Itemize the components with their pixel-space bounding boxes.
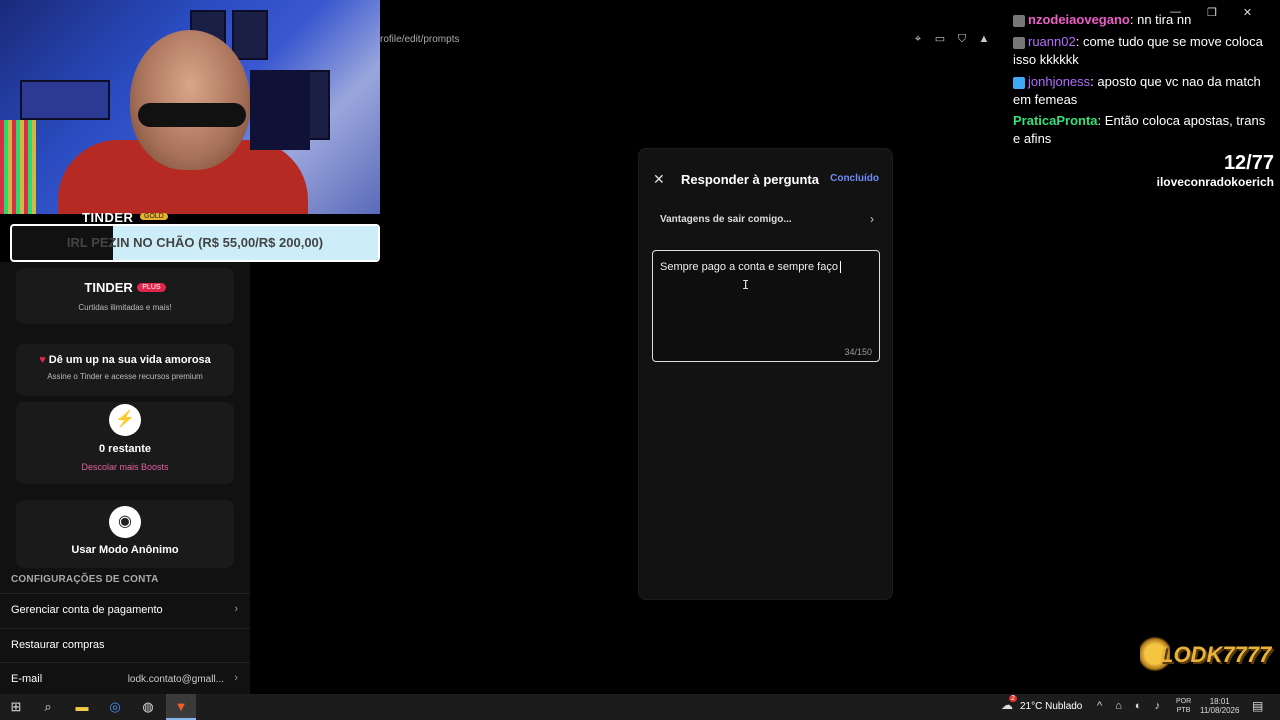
neon-lights	[0, 120, 36, 214]
premium-card[interactable]: ♥ Dê um up na sua vida amorosa Assine o …	[16, 344, 234, 396]
ibeam-cursor-icon: I	[742, 278, 750, 292]
premium-subtitle: Assine o Tinder e acesse recursos premiu…	[47, 372, 203, 381]
dialog-title: Responder à pergunta	[681, 172, 819, 187]
tinder-sidebar: TINDER PLUS Curtidas ilimitadas e mais! …	[0, 262, 250, 694]
chat-message: nzodeiaovegano: nn tira nn	[1013, 11, 1275, 29]
triangle-icon[interactable]: ▲	[978, 33, 990, 45]
done-button[interactable]: Concluído	[830, 173, 879, 184]
screen-icon[interactable]: ▭	[934, 33, 946, 45]
brave-taskbar-button[interactable]: ▼	[166, 694, 196, 720]
shield-icon[interactable]: ⛉	[956, 33, 968, 45]
plus-subtitle: Curtidas ilimitadas e mais!	[78, 303, 172, 312]
chevron-right-icon: ›	[234, 603, 238, 615]
chevron-right-icon: ›	[234, 672, 238, 684]
system-clock[interactable]: 18:01 11/08/2026	[1200, 697, 1239, 715]
settings-row-email[interactable]: E-mail lodk.contato@gmall... ›	[0, 662, 250, 696]
lightning-icon: ⚡	[109, 404, 141, 436]
chat-badge-icon	[1013, 36, 1025, 49]
row-label: E-mail	[11, 673, 43, 685]
chat-badge-icon	[1013, 14, 1025, 27]
tinder-plus-logo: TINDER	[84, 280, 133, 295]
prompt-selector[interactable]: Vantagens de sair comigo... ›	[652, 207, 880, 233]
eye-slash-icon: ◉	[109, 506, 141, 538]
url-text[interactable]: rofile/edit/prompts	[380, 34, 459, 45]
streamer-head	[130, 30, 250, 170]
boost-count: 0 restante	[99, 443, 151, 455]
boost-card[interactable]: ⚡ 0 restante Descolar mais Boosts	[16, 402, 234, 484]
counter-value: 12/77	[1223, 152, 1274, 174]
search-icon[interactable]: ⌕	[40, 699, 56, 715]
counter-user: iloveconradokoerich	[1156, 175, 1274, 189]
account-settings-title: CONFIGURAÇÕES DE CONTA	[11, 574, 159, 585]
answer-prompt-dialog: ✕ Responder à pergunta Concluído Vantage…	[638, 148, 893, 600]
language-indicator[interactable]: POR PTB	[1176, 697, 1191, 715]
answer-textarea[interactable]: Sempre pago a conta e sempre faço 34/150	[652, 250, 880, 362]
brave-icon: ▼	[174, 699, 188, 714]
anonymous-mode-card[interactable]: ◉ Usar Modo Anônimo	[16, 500, 234, 568]
text-caret	[839, 261, 841, 274]
windows-start-icon[interactable]: ⊞	[8, 699, 24, 715]
chrome-icon[interactable]: ◎	[107, 699, 123, 715]
sub-counter: 12/77 iloveconradokoerich	[1157, 152, 1274, 189]
close-icon[interactable]: ✕	[653, 171, 665, 188]
gold-badge: GOLD	[140, 213, 168, 220]
location-icon[interactable]: ⌖	[912, 33, 924, 45]
chat-message: jonhjoness: aposto que vc nao da match e…	[1013, 74, 1261, 107]
browser-toolbar-icons: ⌖ ▭ ⛉ ▲	[912, 33, 990, 45]
figure-on-shelf	[250, 70, 310, 150]
answer-text[interactable]: Sempre pago a conta e sempre faço	[660, 261, 841, 274]
chat-message: ruann02: come tudo que se move coloca is…	[1013, 34, 1263, 67]
plus-badge: PLUS	[137, 283, 166, 293]
premium-title: Dê um up na sua vida amorosa	[48, 354, 211, 366]
donation-goal-bar: IRL PEZIN NO CHÃO (R$ 55,00/R$ 200,00)	[10, 224, 380, 262]
email-value: lodk.contato@gmall...	[127, 674, 224, 685]
tinder-gold-label: TINDER	[82, 210, 134, 225]
lodk-logo: LODK7777	[1140, 628, 1271, 680]
streamer-sunglasses	[138, 103, 246, 127]
boost-link[interactable]: Descolar mais Boosts	[16, 462, 234, 472]
weather-text[interactable]: 21°C Nublado	[1020, 701, 1082, 712]
goal-text: IRL PEZIN NO CHÃO (R$ 55,00/R$ 200,00)	[66, 235, 324, 250]
logo-text: LODK7777	[1160, 642, 1272, 667]
settings-row-restore[interactable]: Restaurar compras	[0, 628, 250, 662]
tinder-plus-card[interactable]: TINDER PLUS Curtidas ilimitadas e mais!	[16, 268, 234, 324]
char-counter: 34/150	[844, 347, 872, 357]
prompt-label: Vantagens de sair comigo...	[660, 214, 792, 225]
windows-taskbar: ⊞ ⌕ ▬ ◎ ◍ ▼ ☁ 2 21°C Nublado ^ ⌂ ◐ ♪ POR…	[0, 694, 1280, 720]
wall-poster	[20, 80, 110, 120]
anonymous-mode-label: Usar Modo Anônimo	[71, 544, 179, 556]
heart-icon: ♥	[39, 354, 46, 366]
obs-icon[interactable]: ◍	[140, 699, 156, 715]
wall-poster	[232, 10, 268, 60]
file-explorer-icon[interactable]: ▬	[74, 699, 90, 715]
browser-address-bar[interactable]: rofile/edit/prompts ⌖ ▭ ⛉ ▲	[380, 28, 1000, 52]
row-label: Restaurar compras	[11, 639, 105, 651]
notifications-icon[interactable]: ▤	[1252, 699, 1263, 713]
chat-badge-icon	[1013, 76, 1025, 89]
row-label: Gerenciar conta de pagamento	[11, 604, 163, 616]
weather-badge: 2	[1009, 695, 1017, 702]
chevron-right-icon: ›	[870, 212, 874, 226]
settings-row-payment[interactable]: Gerenciar conta de pagamento ›	[0, 593, 250, 627]
system-tray-icons[interactable]: ^ ⌂ ◐ ♪	[1097, 700, 1165, 712]
webcam-feed	[0, 0, 380, 214]
chat-message: PraticaPronta: Então coloca apostas, tra…	[1013, 113, 1266, 146]
